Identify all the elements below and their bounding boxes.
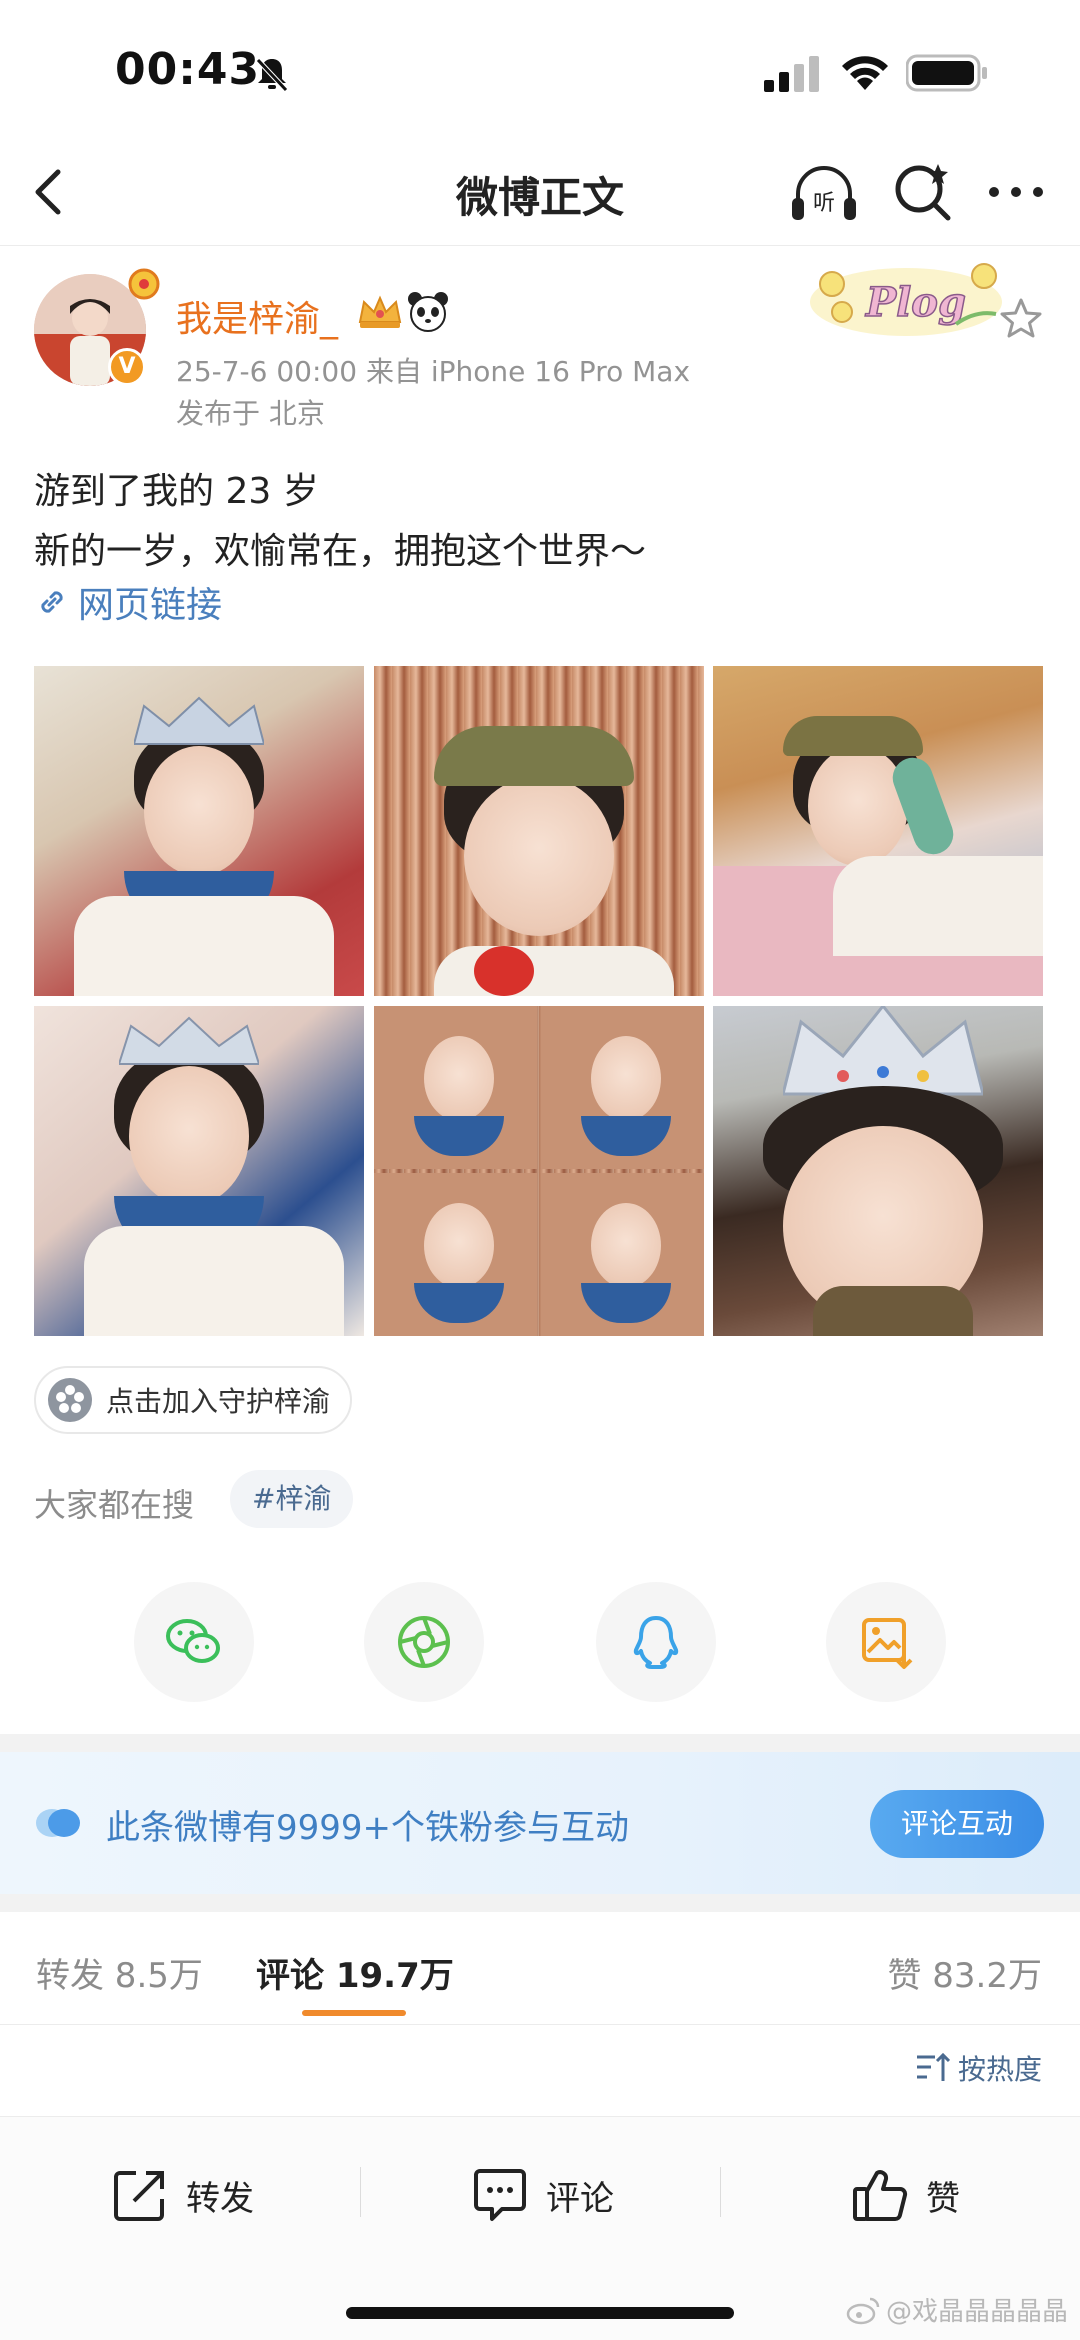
section-divider (0, 1734, 1080, 1752)
fan-badge-icon (36, 1809, 80, 1837)
bell-muted-icon (256, 58, 288, 92)
post-text-line: 新的一岁，欢愉常在，拥抱这个世界～ (34, 531, 647, 572)
panda-icon (408, 292, 448, 332)
post-photo-6[interactable] (713, 1006, 1043, 1336)
save-image-icon (862, 1618, 913, 1669)
link-icon (41, 591, 63, 613)
web-link-label: 网页链接 (78, 585, 223, 626)
like-button[interactable]: 赞 (850, 2163, 960, 2227)
wifi-icon (842, 56, 888, 90)
comment-interact-button[interactable]: 评论互动 (870, 1790, 1044, 1858)
wechat-icon (166, 1619, 220, 1663)
post-photo-3[interactable] (713, 666, 1043, 996)
status-bar: 00:43 (0, 0, 1080, 140)
comment-bubble-icon (474, 2169, 526, 2221)
nav-bar: 微博正文 听 (0, 140, 1080, 246)
crown-badge-icon (358, 295, 402, 328)
repost-label: 转发 (186, 2178, 254, 2219)
thumbs-up-icon (853, 2170, 908, 2221)
sort-label: 按热度 (957, 2053, 1042, 2086)
share-moments-button[interactable] (364, 1582, 484, 1702)
fan-interaction-text: 此条微博有9999+个铁粉参与互动 (106, 1808, 630, 1848)
listen-label: 听 (813, 191, 835, 216)
fan-interaction-banner[interactable]: 此条微博有9999+个铁粉参与互动 评论互动 (0, 1752, 1080, 1894)
post-location: 发布于 北京 (176, 397, 325, 430)
web-link[interactable]: 网页链接 (34, 578, 222, 626)
sort-by-hot-button[interactable]: 按热度 (914, 2048, 1042, 2088)
repost-button[interactable]: 转发 (110, 2163, 254, 2227)
cellular-signal-icon (764, 56, 819, 92)
post-text-line: 游到了我的 23 岁 (34, 471, 319, 512)
comment-label: 评论 (546, 2178, 614, 2219)
listen-headphones-icon[interactable]: 听 (788, 158, 860, 230)
active-tab-indicator (302, 2010, 406, 2016)
username[interactable]: 我是梓渝_ (176, 290, 338, 342)
watermark: @戏晶晶晶晶晶 (846, 2291, 1068, 2328)
tab-like[interactable]: 赞 83.2万 (887, 1948, 1042, 1997)
trending-label: 大家都在搜 (34, 1486, 195, 1524)
share-qq-button[interactable] (596, 1582, 716, 1702)
status-time: 00:43 (115, 44, 261, 95)
action-divider (360, 2167, 361, 2217)
save-image-button[interactable] (826, 1582, 946, 1702)
tab-repost[interactable]: 转发 8.5万 (36, 1948, 203, 1997)
plog-sticker: Plog (810, 263, 1002, 336)
battery-icon (906, 54, 987, 92)
watermark-text: @戏晶晶晶晶晶 (885, 2297, 1068, 2327)
tab-comment[interactable]: 评论 19.7万 (256, 1948, 454, 1997)
like-label: 赞 (926, 2178, 960, 2219)
moments-icon (398, 1616, 450, 1668)
verified-badge: V (108, 348, 146, 386)
stats-divider (0, 2024, 1080, 2025)
action-divider (720, 2167, 721, 2217)
search-icon[interactable] (888, 158, 958, 228)
post-meta: 25-7-6 00:00 来自 iPhone 16 Pro Max (176, 355, 691, 388)
guard-flower-icon (48, 1378, 92, 1422)
more-options-icon[interactable] (986, 170, 1046, 214)
share-wechat-button[interactable] (134, 1582, 254, 1702)
sort-icon (916, 2052, 950, 2081)
post-photo-1[interactable] (34, 666, 364, 996)
trending-hashtag[interactable]: #梓渝 (230, 1470, 354, 1528)
avatar-decoration-icon (128, 268, 160, 300)
avatar[interactable]: V (34, 268, 160, 386)
home-indicator (346, 2307, 734, 2319)
comment-button[interactable]: 评论 (470, 2163, 614, 2227)
weibo-logo-icon (846, 2297, 880, 2324)
post-photo-5[interactable] (374, 1006, 704, 1336)
share-arrow-icon (114, 2171, 164, 2221)
qq-icon (633, 1616, 679, 1669)
post-photo-2[interactable] (374, 666, 704, 996)
post-photo-4[interactable] (34, 1006, 364, 1336)
bottom-action-bar: 转发 评论 赞 @戏晶晶晶晶晶 (0, 2116, 1080, 2340)
join-guard-label: 点击加入守护梓渝 (106, 1385, 331, 1418)
favorite-star-icon[interactable] (998, 296, 1044, 342)
section-divider (0, 1894, 1080, 1912)
join-guard-button[interactable]: 点击加入守护梓渝 (34, 1366, 353, 1434)
plog-sticker-text: Plog (865, 279, 966, 326)
